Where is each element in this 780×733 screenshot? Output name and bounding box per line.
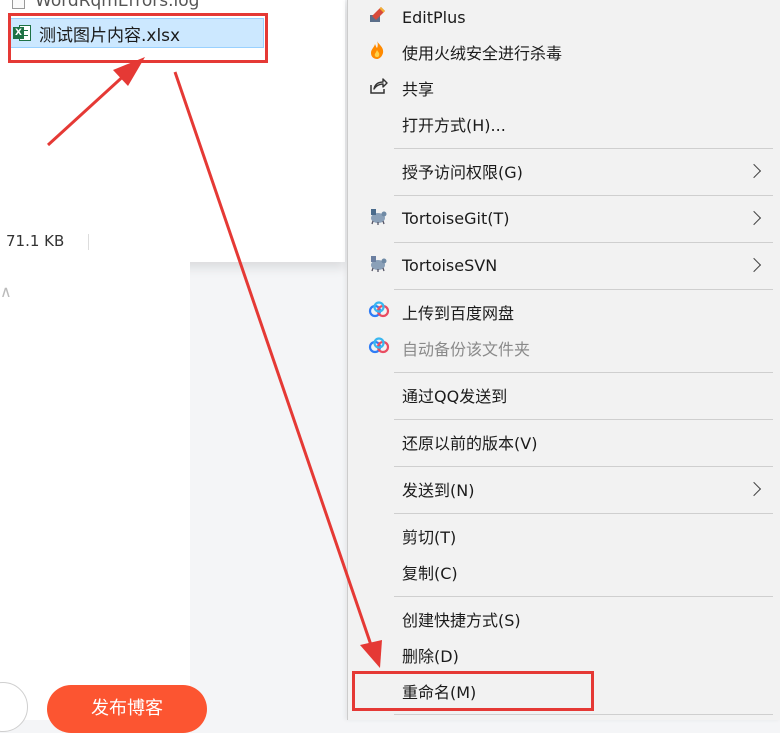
menu-separator	[394, 372, 773, 373]
menu-label: TortoiseGit(T)	[402, 208, 510, 228]
menu-label: 删除(D)	[402, 647, 459, 666]
menu-item-share[interactable]: 共享	[356, 72, 773, 104]
submenu-arrow-icon	[746, 257, 762, 273]
status-divider	[88, 234, 89, 250]
menu-item-copy[interactable]: 复制(C)	[356, 556, 773, 588]
menu-label: TortoiseSVN	[402, 255, 498, 275]
menu-item-open-with[interactable]: 打开方式(H)...	[356, 108, 773, 140]
menu-label: 共享	[402, 80, 435, 99]
menu-item-antivirus[interactable]: 使用火绒安全进行杀毒	[356, 36, 773, 68]
menu-label: 打开方式(H)...	[402, 116, 506, 135]
menu-label: 创建快捷方式(S)	[402, 611, 521, 630]
menu-item-editplus[interactable]: EditPlus	[356, 1, 773, 33]
submenu-arrow-icon	[746, 163, 762, 179]
menu-separator	[394, 596, 773, 597]
menu-item-delete[interactable]: 删除(D)	[356, 639, 773, 671]
menu-item-upload-baidu[interactable]: 上传到百度网盘	[356, 296, 773, 328]
menu-separator	[394, 714, 773, 715]
menu-item-tortoisesvn[interactable]: TortoiseSVN	[356, 249, 773, 281]
menu-label: 发送到(N)	[402, 481, 475, 500]
menu-label: 上传到百度网盘	[402, 304, 515, 323]
submenu-arrow-icon	[746, 210, 762, 226]
share-icon	[368, 77, 388, 99]
menu-item-send-to[interactable]: 发送到(N)	[356, 473, 773, 505]
baidu-netdisk-icon	[368, 301, 390, 323]
editplus-icon	[368, 6, 386, 28]
file-item-log[interactable]: WordRqmErrors.log	[8, 0, 199, 14]
highlight-box-rename	[352, 671, 594, 711]
menu-item-send-qq[interactable]: 通过QQ发送到	[356, 379, 773, 411]
menu-separator	[394, 466, 773, 467]
menu-item-restore-version[interactable]: 还原以前的版本(V)	[356, 426, 773, 458]
menu-label: 自动备份该文件夹	[402, 340, 531, 359]
menu-separator	[394, 195, 773, 196]
blog-editor-area	[0, 262, 190, 720]
text-file-icon	[12, 0, 25, 9]
menu-separator	[394, 419, 773, 420]
menu-label: 使用火绒安全进行杀毒	[402, 44, 563, 63]
tortoisesvn-icon	[368, 253, 388, 277]
menu-item-grant-access[interactable]: 授予访问权限(G)	[356, 155, 773, 187]
publish-blog-button[interactable]: 发布博客	[47, 685, 207, 733]
caret-icon: ∧	[0, 282, 12, 301]
highlight-box-selected-file	[8, 13, 268, 63]
menu-label: 还原以前的版本(V)	[402, 434, 538, 453]
tortoisegit-icon	[368, 206, 388, 230]
menu-item-cut[interactable]: 剪切(T)	[356, 520, 773, 552]
menu-separator	[394, 148, 773, 149]
menu-label: 授予访问权限(G)	[402, 163, 523, 182]
menu-label: 复制(C)	[402, 564, 458, 583]
huorong-fire-icon	[368, 40, 386, 64]
status-file-size: 71.1 KB	[6, 232, 65, 250]
file-name: WordRqmErrors.log	[35, 0, 200, 11]
menu-label: 通过QQ发送到	[402, 387, 508, 406]
menu-item-tortoisegit[interactable]: TortoiseGit(T)	[356, 202, 773, 234]
baidu-netdisk-icon	[368, 337, 390, 359]
submenu-arrow-icon	[746, 481, 762, 497]
menu-item-create-shortcut[interactable]: 创建快捷方式(S)	[356, 603, 773, 635]
context-menu: EditPlus 使用火绒安全进行杀毒 共享 打开方式(H)... 授予访问权限…	[347, 0, 780, 720]
menu-label: EditPlus	[402, 7, 466, 27]
menu-separator	[394, 513, 773, 514]
menu-label: 剪切(T)	[402, 528, 457, 547]
menu-separator	[394, 242, 773, 243]
menu-item-auto-backup[interactable]: 自动备份该文件夹	[356, 332, 773, 364]
menu-separator	[394, 289, 773, 290]
